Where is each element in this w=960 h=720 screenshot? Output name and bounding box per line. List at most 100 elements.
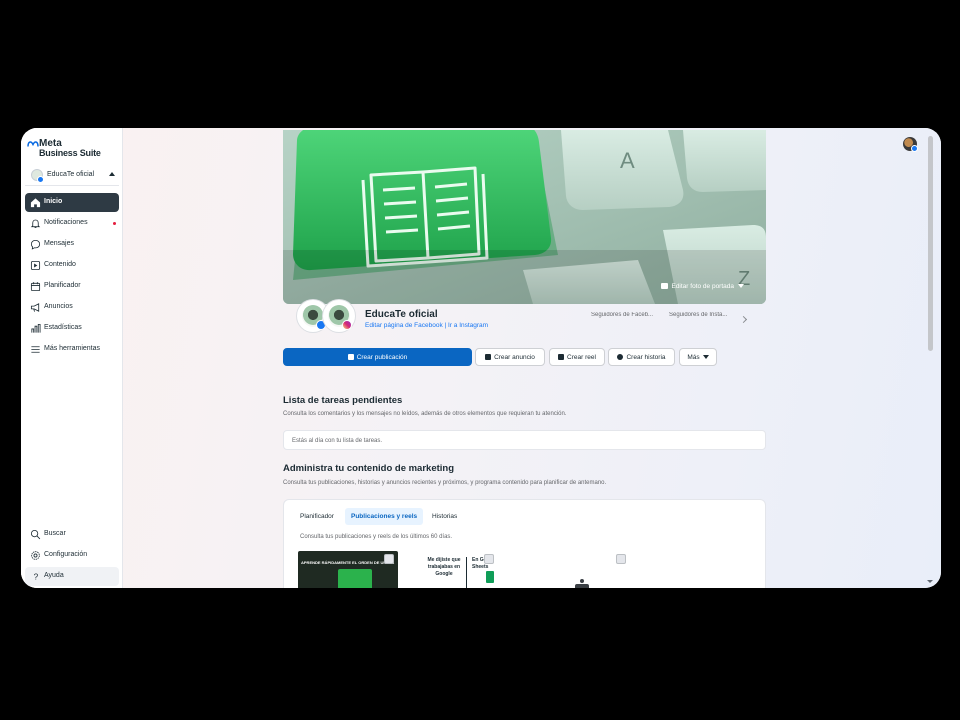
sidebar-item-label: Anuncios xyxy=(44,303,73,310)
edit-cover-button[interactable]: Editar foto de portada xyxy=(661,283,744,290)
sidebar-bottom-nav: Buscar Configuración ? Ayuda xyxy=(25,525,119,588)
business-suite-app: Meta Business Suite EducaTe oficial Inic… xyxy=(21,128,941,588)
sidebar-item-label: Configuración xyxy=(44,551,88,558)
marketing-title: Administra tu contenido de marketing xyxy=(283,463,455,474)
search-icon xyxy=(30,529,41,540)
sidebar-item-label: Estadísticas xyxy=(44,324,82,331)
sidebar-item-mas-herramientas[interactable]: Más herramientas xyxy=(25,340,119,359)
bell-icon xyxy=(30,219,41,228)
meta-business-suite-logo[interactable]: Meta Business Suite xyxy=(27,138,117,160)
post-thumbnail[interactable]: APRENDE RÁPIDAMENTE EL ORDEN DE UN DÍA xyxy=(298,551,398,588)
sidebar-item-label: Contenido xyxy=(44,261,76,268)
profile-header: EducaTe oficial Editar página de Faceboo… xyxy=(283,300,766,340)
media-type-icon xyxy=(384,554,394,564)
thumbnail-text: Me dijiste que trabajabas en Google xyxy=(427,557,461,577)
chat-bubble-icon xyxy=(30,239,41,250)
create-reel-button[interactable]: Crear reel xyxy=(549,348,605,366)
instagram-icon xyxy=(342,320,352,330)
help-icon: ? xyxy=(34,573,39,582)
notification-dot xyxy=(113,222,116,225)
create-post-button[interactable]: Crear publicación xyxy=(283,348,472,366)
bar-chart-icon xyxy=(31,323,41,333)
tab-planificador[interactable]: Planificador xyxy=(294,508,340,525)
post-thumbnail[interactable] xyxy=(530,551,630,588)
sidebar-item-label: Buscar xyxy=(44,530,66,537)
app-window: Meta Business Suite EducaTe oficial Inic… xyxy=(21,128,941,588)
sidebar-item-buscar[interactable]: Buscar xyxy=(25,525,119,544)
sidebar-item-mensajes[interactable]: Mensajes xyxy=(25,235,119,254)
sidebar-item-label: Inicio xyxy=(44,198,63,205)
sidebar-item-configuracion[interactable]: Configuración xyxy=(25,546,119,565)
content-icon xyxy=(30,260,41,271)
tab-historias[interactable]: Historias xyxy=(426,508,463,525)
user-avatar[interactable] xyxy=(903,137,918,152)
sidebar-item-label: Planificador xyxy=(44,282,81,289)
robot-icon xyxy=(575,579,589,588)
scroll-down-arrow-icon[interactable] xyxy=(927,580,933,583)
sidebar-item-ayuda[interactable]: ? Ayuda xyxy=(25,567,119,586)
facebook-badge-icon xyxy=(37,176,44,183)
facebook-followers: Seguidores de Faceb... 2 xyxy=(591,312,661,318)
card-subtitle: Consulta tus publicaciones y reels de lo… xyxy=(300,534,453,540)
sidebar-item-anuncios[interactable]: Anuncios xyxy=(25,298,119,317)
more-button[interactable]: Más xyxy=(679,348,717,366)
sidebar-item-label: Mensajes xyxy=(44,240,74,247)
sidebar-item-contenido[interactable]: Contenido xyxy=(25,256,119,275)
account-switcher[interactable]: EducaTe oficial xyxy=(25,166,119,186)
sidebar-nav: Inicio Notificaciones Mensajes Contenido xyxy=(25,193,119,361)
media-type-icon xyxy=(484,554,494,564)
gear-icon xyxy=(31,551,40,560)
sidebar-item-label: Ayuda xyxy=(44,572,64,579)
menu-icon xyxy=(31,346,40,353)
sidebar: Meta Business Suite EducaTe oficial Inic… xyxy=(21,128,123,588)
marketing-content-card: Planificador Publicaciones y reels Histo… xyxy=(283,499,766,588)
thumbnail-text: APRENDE RÁPIDAMENTE EL ORDEN DE UN DÍA xyxy=(301,560,395,565)
sidebar-item-inicio[interactable]: Inicio xyxy=(25,193,119,212)
reel-icon xyxy=(558,354,565,360)
sidebar-item-notificaciones[interactable]: Notificaciones xyxy=(25,214,119,233)
button-label: Más xyxy=(687,353,700,361)
stat-label: Seguidores de Insta... xyxy=(669,312,728,318)
create-story-button[interactable]: Crear historia xyxy=(608,348,675,366)
reel-thumbnail[interactable]: Me dijiste que trabajabas en Google En G… xyxy=(414,551,514,588)
sidebar-item-estadisticas[interactable]: Estadísticas xyxy=(25,319,119,338)
megaphone-icon xyxy=(30,303,40,312)
facebook-badge-icon xyxy=(911,145,918,152)
calendar-icon xyxy=(30,282,41,292)
scrollbar[interactable] xyxy=(928,136,933,351)
tab-publicaciones-y-reels[interactable]: Publicaciones y reels xyxy=(345,508,424,525)
edit-cover-label: Editar foto de portada xyxy=(671,283,734,290)
divider xyxy=(466,557,467,588)
page-name: EducaTe oficial xyxy=(365,309,438,320)
instagram-followers: Seguidores de Insta... 3 xyxy=(669,312,739,318)
sidebar-item-label: Más herramientas xyxy=(44,345,101,352)
button-label: Crear anuncio xyxy=(494,353,535,361)
instagram-avatar[interactable] xyxy=(323,300,355,332)
todo-subtitle: Consulta los comentarios y los mensajes … xyxy=(283,411,567,417)
chevron-right-icon[interactable] xyxy=(739,315,748,324)
meta-logo-icon xyxy=(27,141,39,147)
sidebar-item-label: Notificaciones xyxy=(44,219,88,226)
button-label: Crear reel xyxy=(567,353,596,361)
cover-photo: A Z Editar foto de portada xyxy=(283,130,766,304)
account-name: EducaTe oficial xyxy=(47,171,95,178)
sidebar-item-planificador[interactable]: Planificador xyxy=(25,277,119,296)
todo-title: Lista de tareas pendientes xyxy=(283,395,403,406)
story-icon xyxy=(617,354,624,360)
create-ad-button[interactable]: Crear anuncio xyxy=(475,348,545,366)
home-icon xyxy=(30,198,41,208)
key-letter-a: A xyxy=(620,148,635,173)
media-type-icon xyxy=(616,554,626,564)
marketing-subtitle: Consulta tus publicaciones, historias y … xyxy=(283,480,607,486)
brand-suite: Business Suite xyxy=(39,148,101,158)
profile-links[interactable]: Editar página de Facebook | Ir a Instagr… xyxy=(365,322,488,329)
button-label: Crear publicación xyxy=(356,353,408,361)
keyboard-book-cover-image: A Z xyxy=(283,130,766,304)
post-icon xyxy=(347,354,354,360)
chevron-up-icon xyxy=(109,172,115,176)
spreadsheet-image xyxy=(338,569,372,588)
dropdown-arrow-icon xyxy=(702,355,709,359)
google-sheets-icon xyxy=(486,571,494,583)
action-bar: Crear publicación Crear anuncio Crear re… xyxy=(283,348,766,366)
todo-status-box: Estás al día con tu lista de tareas. xyxy=(283,430,766,450)
